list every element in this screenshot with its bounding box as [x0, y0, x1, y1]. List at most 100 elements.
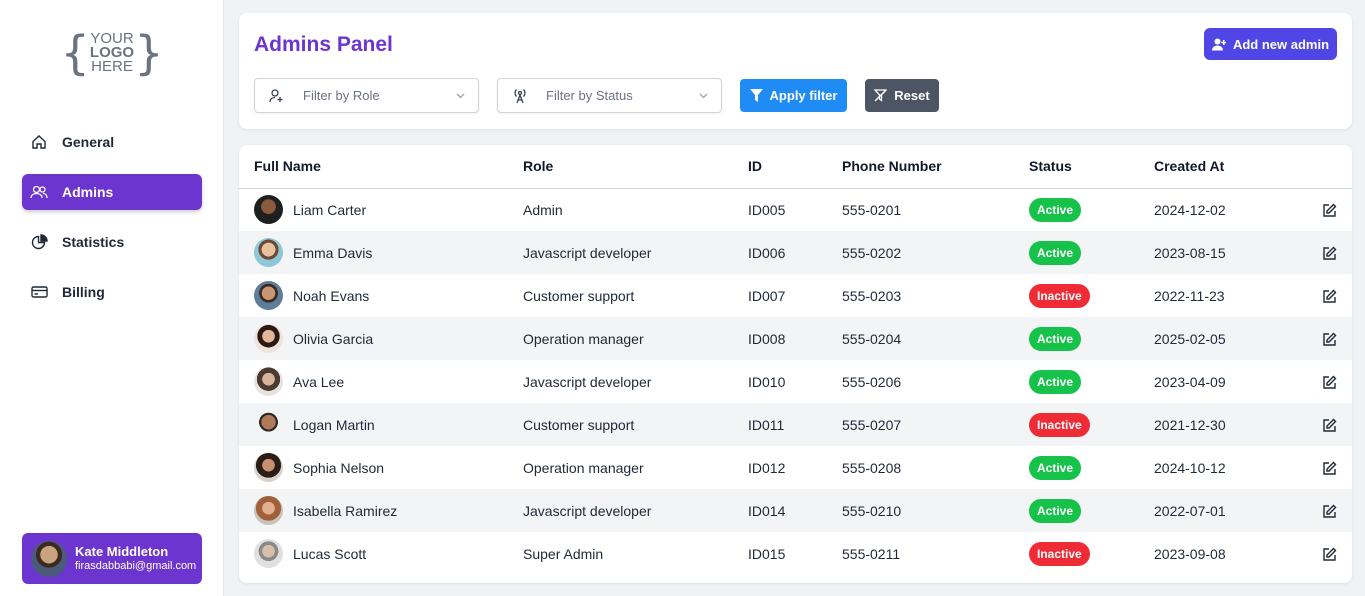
avatar [254, 410, 283, 439]
pie-chart-icon [30, 233, 48, 251]
table-header-row: Full Name Role ID Phone Number Status Cr… [239, 145, 1352, 189]
cell-status: Active [1029, 489, 1154, 532]
cell-role: Super Admin [523, 545, 604, 562]
cell-role: Operation manager [523, 459, 644, 476]
name-wrap: Logan Martin [254, 410, 523, 439]
sidebar-item-admins[interactable]: Admins [22, 174, 202, 210]
column-header-id: ID [748, 145, 842, 189]
cell-created-at: 2024-12-02 [1154, 201, 1226, 218]
cell-status: Inactive [1029, 403, 1154, 446]
admins-table-card: Full Name Role ID Phone Number Status Cr… [239, 145, 1352, 583]
edit-icon[interactable] [1322, 246, 1337, 261]
status-badge: Active [1029, 240, 1082, 265]
avatar [254, 539, 283, 568]
cell-actions [1294, 188, 1352, 231]
status-badge: Active [1029, 197, 1082, 222]
status-badge: Inactive [1029, 283, 1090, 308]
logo-text: YOUR LOGO HERE [90, 31, 134, 75]
cell-full-name: Olivia Garcia [239, 317, 523, 360]
admin-name: Olivia Garcia [293, 330, 374, 347]
table-row: Liam Carter Admin ID005 555-0201 Active … [239, 188, 1352, 231]
table-row: Olivia Garcia Operation manager ID008 55… [239, 317, 1352, 360]
cell-actions [1294, 446, 1352, 489]
admin-name: Lucas Scott [293, 545, 367, 562]
cell-full-name: Emma Davis [239, 231, 523, 274]
page-title: Admins Panel [254, 33, 393, 56]
cell-created-at: 2023-04-09 [1154, 373, 1226, 390]
cell-role: Javascript developer [523, 489, 748, 532]
edit-icon[interactable] [1322, 461, 1337, 476]
cell-actions [1294, 403, 1352, 446]
cell-id: ID011 [748, 403, 842, 446]
table-row: Noah Evans Customer support ID007 555-02… [239, 274, 1352, 317]
table-body: Liam Carter Admin ID005 555-0201 Active … [239, 188, 1352, 575]
edit-icon[interactable] [1322, 547, 1337, 562]
cell-actions [1294, 274, 1352, 317]
cell-phone: 555-0206 [842, 373, 902, 390]
cell-created-at: 2022-11-23 [1154, 287, 1225, 304]
edit-icon[interactable] [1322, 504, 1337, 519]
column-header-full-name: Full Name [239, 145, 523, 189]
cell-full-name: Liam Carter [239, 188, 523, 231]
admin-name: Ava Lee [293, 373, 345, 390]
home-icon [30, 133, 48, 151]
cell-role: Customer support [523, 403, 748, 446]
table-row: Isabella Ramirez Javascript developer ID… [239, 489, 1352, 532]
cell-actions [1294, 317, 1352, 360]
cell-actions [1294, 360, 1352, 403]
cell-created-at: 2022-07-01 [1154, 489, 1294, 532]
user-info: Kate Middleton firasdabbabi@gmail.com [75, 544, 196, 573]
avatar [254, 453, 283, 482]
cell-full-name: Sophia Nelson [239, 446, 523, 489]
cell-id: ID010 [748, 373, 786, 390]
sidebar-item-label: Billing [62, 284, 105, 300]
admin-name: Noah Evans [293, 287, 370, 304]
table-row: Ava Lee Javascript developer ID010 555-0… [239, 360, 1352, 403]
cell-id: ID007 [748, 287, 786, 304]
cell-role: Admin [523, 201, 563, 218]
status-badge: Inactive [1029, 541, 1090, 566]
cell-created-at: 2023-09-08 [1154, 545, 1226, 562]
users-icon [30, 183, 48, 201]
cell-status: Active [1029, 446, 1154, 489]
edit-icon[interactable] [1322, 289, 1337, 304]
cell-status: Inactive [1029, 532, 1154, 575]
edit-icon[interactable] [1322, 375, 1337, 390]
cell-status: Active [1029, 231, 1154, 274]
cell-status: Active [1029, 188, 1154, 231]
add-admin-button[interactable]: Add new admin [1204, 28, 1337, 60]
user-profile-card[interactable]: Kate Middleton firasdabbabi@gmail.com [22, 533, 202, 584]
name-wrap: Sophia Nelson [254, 453, 523, 482]
logo-brace-left: { [61, 26, 89, 80]
credit-card-icon [30, 283, 48, 301]
status-filter-select[interactable]: Filter by Status [497, 78, 722, 113]
cell-status: Inactive [1029, 274, 1154, 317]
edit-icon[interactable] [1322, 203, 1337, 218]
cell-id: ID014 [748, 489, 842, 532]
sidebar-item-billing[interactable]: Billing [22, 274, 202, 310]
sidebar-nav: General Admins Statistics Billing [22, 124, 202, 324]
cell-created-at: 2021-12-30 [1154, 403, 1294, 446]
name-wrap: Lucas Scott [254, 539, 523, 568]
column-header-status: Status [1029, 145, 1154, 189]
cell-created-at: 2023-08-15 [1154, 231, 1294, 274]
sidebar-item-general[interactable]: General [22, 124, 202, 160]
status-badge: Active [1029, 369, 1082, 394]
cell-phone: 555-0202 [842, 231, 1029, 274]
role-filter-select[interactable]: Filter by Role [254, 78, 479, 113]
reset-button[interactable]: Reset [865, 79, 939, 112]
avatar [254, 496, 283, 525]
logo-line-3: HERE [91, 58, 133, 75]
table-row: Emma Davis Javascript developer ID006 55… [239, 231, 1352, 274]
cell-phone: 555-0203 [842, 287, 902, 304]
status-badge: Active [1029, 498, 1082, 523]
cell-role: Javascript developer [523, 231, 748, 274]
admin-name: Sophia Nelson [293, 459, 385, 476]
edit-icon[interactable] [1322, 418, 1337, 433]
sidebar-item-statistics[interactable]: Statistics [22, 224, 202, 260]
edit-icon[interactable] [1322, 332, 1337, 347]
status-badge: Inactive [1029, 412, 1090, 437]
apply-filter-button[interactable]: Apply filter [740, 79, 847, 112]
column-header-actions [1294, 145, 1352, 189]
filter-off-icon [874, 89, 888, 102]
